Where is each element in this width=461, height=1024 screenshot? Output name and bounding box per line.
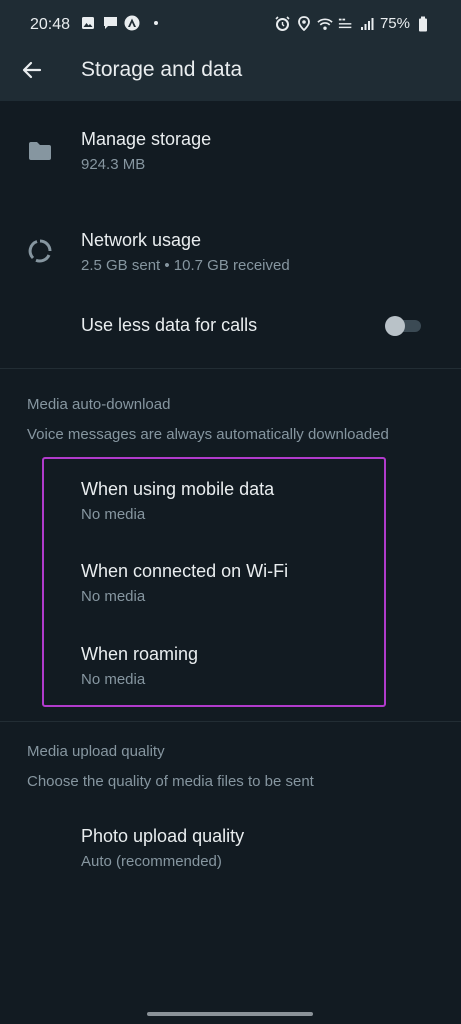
wifi-icon [317, 16, 333, 32]
toggle-thumb [385, 316, 405, 336]
media-upload-quality-header: Media upload quality [27, 743, 165, 760]
status-system-icons: 75% [275, 15, 431, 32]
highlight-annotation-box [42, 457, 386, 707]
alarm-icon [275, 16, 291, 32]
status-notification-icons [80, 15, 158, 31]
battery-icon [415, 16, 431, 32]
media-auto-download-header: Media auto-download [27, 396, 171, 413]
folder-icon [26, 137, 54, 165]
app-bar: Storage and data [0, 50, 461, 101]
network-usage-summary: 2.5 GB sent • 10.7 GB received [81, 257, 290, 274]
less-data-calls-toggle[interactable] [385, 316, 421, 336]
status-time: 20:48 [30, 16, 71, 33]
manage-storage-title: Manage storage [81, 129, 212, 149]
photo-upload-quality-title: Photo upload quality [81, 826, 245, 846]
app-notification-icon [124, 15, 140, 31]
page-title: Storage and data [81, 58, 243, 81]
data-usage-icon [26, 237, 54, 265]
location-icon [296, 16, 312, 32]
network-usage-row[interactable]: Network usage 2.5 GB sent • 10.7 GB rece… [0, 201, 461, 291]
photo-upload-quality-value: Auto (recommended) [81, 853, 222, 870]
section-divider [0, 721, 461, 722]
less-data-calls-title: Use less data for calls [81, 315, 258, 335]
status-bar: 20:48 75% [0, 0, 461, 50]
media-auto-download-description: Voice messages are always automatically … [27, 426, 389, 443]
manage-storage-row[interactable]: Manage storage 924.3 MB [0, 101, 461, 201]
storage-and-data-screen: 20:48 75% Storage and data Manage storag… [0, 0, 461, 1024]
gesture-navigation-handle[interactable] [147, 1012, 313, 1016]
header: 20:48 75% Storage and data [0, 0, 461, 101]
section-divider [0, 368, 461, 369]
signal-icon [359, 16, 375, 32]
media-upload-quality-description: Choose the quality of media files to be … [27, 773, 314, 790]
back-button[interactable] [16, 54, 48, 86]
network-usage-title: Network usage [81, 230, 202, 250]
more-notifications-dot [154, 21, 158, 25]
gallery-icon [80, 15, 96, 31]
manage-storage-size: 924.3 MB [81, 156, 146, 173]
volte-icon [338, 16, 354, 32]
photo-upload-quality-row[interactable]: Photo upload quality Auto (recommended) [0, 810, 461, 890]
back-arrow-icon [22, 61, 42, 79]
battery-percentage: 75% [379, 15, 410, 32]
message-icon [102, 15, 118, 31]
